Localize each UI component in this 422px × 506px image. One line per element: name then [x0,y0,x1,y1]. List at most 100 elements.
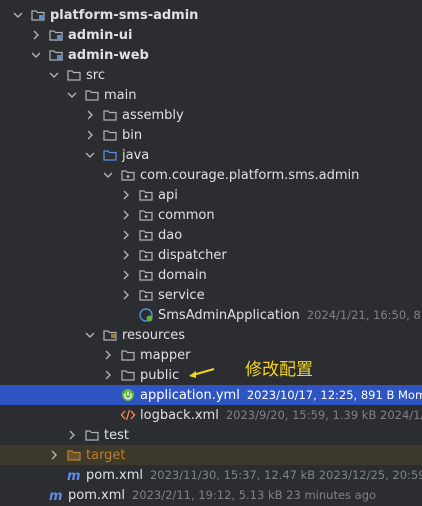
file-meta: 2023/11/30, 15:37, 12.47 kB 2023/12/25, … [149,468,422,482]
tree-row-label: assembly [122,107,184,123]
tree-row-dao[interactable]: dao [0,225,422,245]
package-icon [138,207,154,223]
maven-icon: m [48,487,64,503]
folder-icon [102,107,118,123]
tree-row-label: SmsAdminApplication [158,307,300,323]
chevron-down-icon[interactable] [48,69,60,81]
chevron-right-icon[interactable] [48,449,60,461]
tree-row-assembly[interactable]: assembly [0,105,422,125]
tree-row-label: admin-ui [68,27,133,43]
chevron-right-icon[interactable] [66,429,78,441]
project-tree: platform-sms-admin admin-ui admin-web sr… [0,0,422,506]
tree-row-label: service [158,287,205,303]
spring-class-icon [138,307,154,323]
tree-row-api[interactable]: api [0,185,422,205]
tree-row-src[interactable]: src [0,65,422,85]
folder-icon [120,367,136,383]
xml-file-icon [120,407,136,423]
chevron-right-icon[interactable] [30,29,42,41]
file-meta: 2024/1/21, 16:50, 876 B [306,308,422,322]
tree-row-test[interactable]: test [0,425,422,445]
tree-row-service[interactable]: service [0,285,422,305]
tree-row-target[interactable]: target [0,445,422,465]
tree-row-admin-ui[interactable]: admin-ui [0,25,422,45]
chevron-right-icon[interactable] [84,129,96,141]
folder-icon [120,347,136,363]
tree-row-label: api [158,187,178,203]
tree-row-logback-xml[interactable]: logback.xml 2023/9/20, 15:59, 1.39 kB 20… [0,405,422,425]
tree-row-label: resources [122,327,186,343]
resources-folder-icon [102,327,118,343]
chevron-right-icon[interactable] [120,249,132,261]
tree-row-label: dao [158,227,183,243]
tree-row-label: test [104,427,129,443]
tree-row-java[interactable]: java [0,145,422,165]
file-meta: 2023/10/17, 12:25, 891 B Moments ago [246,388,422,402]
tree-row-mapper[interactable]: mapper [0,345,422,365]
tree-row-package-root[interactable]: com.courage.platform.sms.admin [0,165,422,185]
chevron-down-icon[interactable] [102,169,114,181]
chevron-right-icon[interactable] [120,289,132,301]
chevron-down-icon[interactable] [12,9,24,21]
tree-row-label: pom.xml [68,487,125,503]
tree-row-application-yml[interactable]: application.yml 2023/10/17, 12:25, 891 B… [0,385,422,405]
tree-row-label: mapper [140,347,191,363]
module-folder-icon [48,47,64,63]
tree-row-main[interactable]: main [0,85,422,105]
svg-text:m: m [49,489,63,503]
tree-row-label: bin [122,127,143,143]
tree-row-domain[interactable]: domain [0,265,422,285]
tree-row-label: pom.xml [86,467,143,483]
package-icon [120,167,136,183]
chevron-right-icon[interactable] [120,209,132,221]
folder-icon [84,87,100,103]
source-folder-icon [102,147,118,163]
tree-row-pom-xml-root[interactable]: m pom.xml 2023/2/11, 19:12, 5.13 kB 23 m… [0,485,422,505]
package-icon [138,227,154,243]
chevron-right-icon[interactable] [120,269,132,281]
module-folder-icon [30,7,46,23]
tree-row-label: application.yml [140,387,240,403]
tree-row-dispatcher[interactable]: dispatcher [0,245,422,265]
tree-row-pom-xml-admin-web[interactable]: m pom.xml 2023/11/30, 15:37, 12.47 kB 20… [0,465,422,485]
chevron-right-icon[interactable] [120,189,132,201]
tree-row-label: logback.xml [140,407,219,423]
tree-row-admin-web[interactable]: admin-web [0,45,422,65]
tree-row-label: main [104,87,137,103]
folder-icon [66,67,82,83]
tree-row-label: java [122,147,150,163]
tree-row-label: domain [158,267,207,283]
annotation-label: 修改配置 [245,360,313,380]
module-folder-icon [48,27,64,43]
spring-config-icon [120,387,136,403]
tree-row-label: src [86,67,105,83]
tree-row-label: public [140,367,180,383]
chevron-right-icon[interactable] [84,109,96,121]
tree-row-label: platform-sms-admin [50,7,199,23]
file-meta: 2023/2/11, 19:12, 5.13 kB 23 minutes ago [131,488,377,502]
tree-row-bin[interactable]: bin [0,125,422,145]
tree-row-common[interactable]: common [0,205,422,225]
chevron-down-icon[interactable] [30,49,42,61]
chevron-right-icon[interactable] [120,229,132,241]
tree-row-platform-sms-admin[interactable]: platform-sms-admin [0,5,422,25]
chevron-right-icon[interactable] [102,369,114,381]
tree-row-label: target [86,447,126,463]
tree-row-label: admin-web [68,47,149,63]
chevron-down-icon[interactable] [66,89,78,101]
file-meta: 2023/9/20, 15:59, 1.39 kB 2024/1/23, 18:… [225,408,422,422]
tree-row-resources[interactable]: resources [0,325,422,345]
maven-icon: m [66,467,82,483]
excluded-folder-icon [66,447,82,463]
package-icon [138,247,154,263]
tree-row-label: common [158,207,215,223]
chevron-right-icon[interactable] [102,349,114,361]
chevron-down-icon[interactable] [84,329,96,341]
tree-row-sms-admin-application[interactable]: SmsAdminApplication 2024/1/21, 16:50, 87… [0,305,422,325]
svg-text:m: m [67,469,81,483]
package-icon [138,287,154,303]
chevron-down-icon[interactable] [84,149,96,161]
folder-icon [84,427,100,443]
tree-row-label: dispatcher [158,247,227,263]
tree-row-label: com.courage.platform.sms.admin [140,167,360,183]
